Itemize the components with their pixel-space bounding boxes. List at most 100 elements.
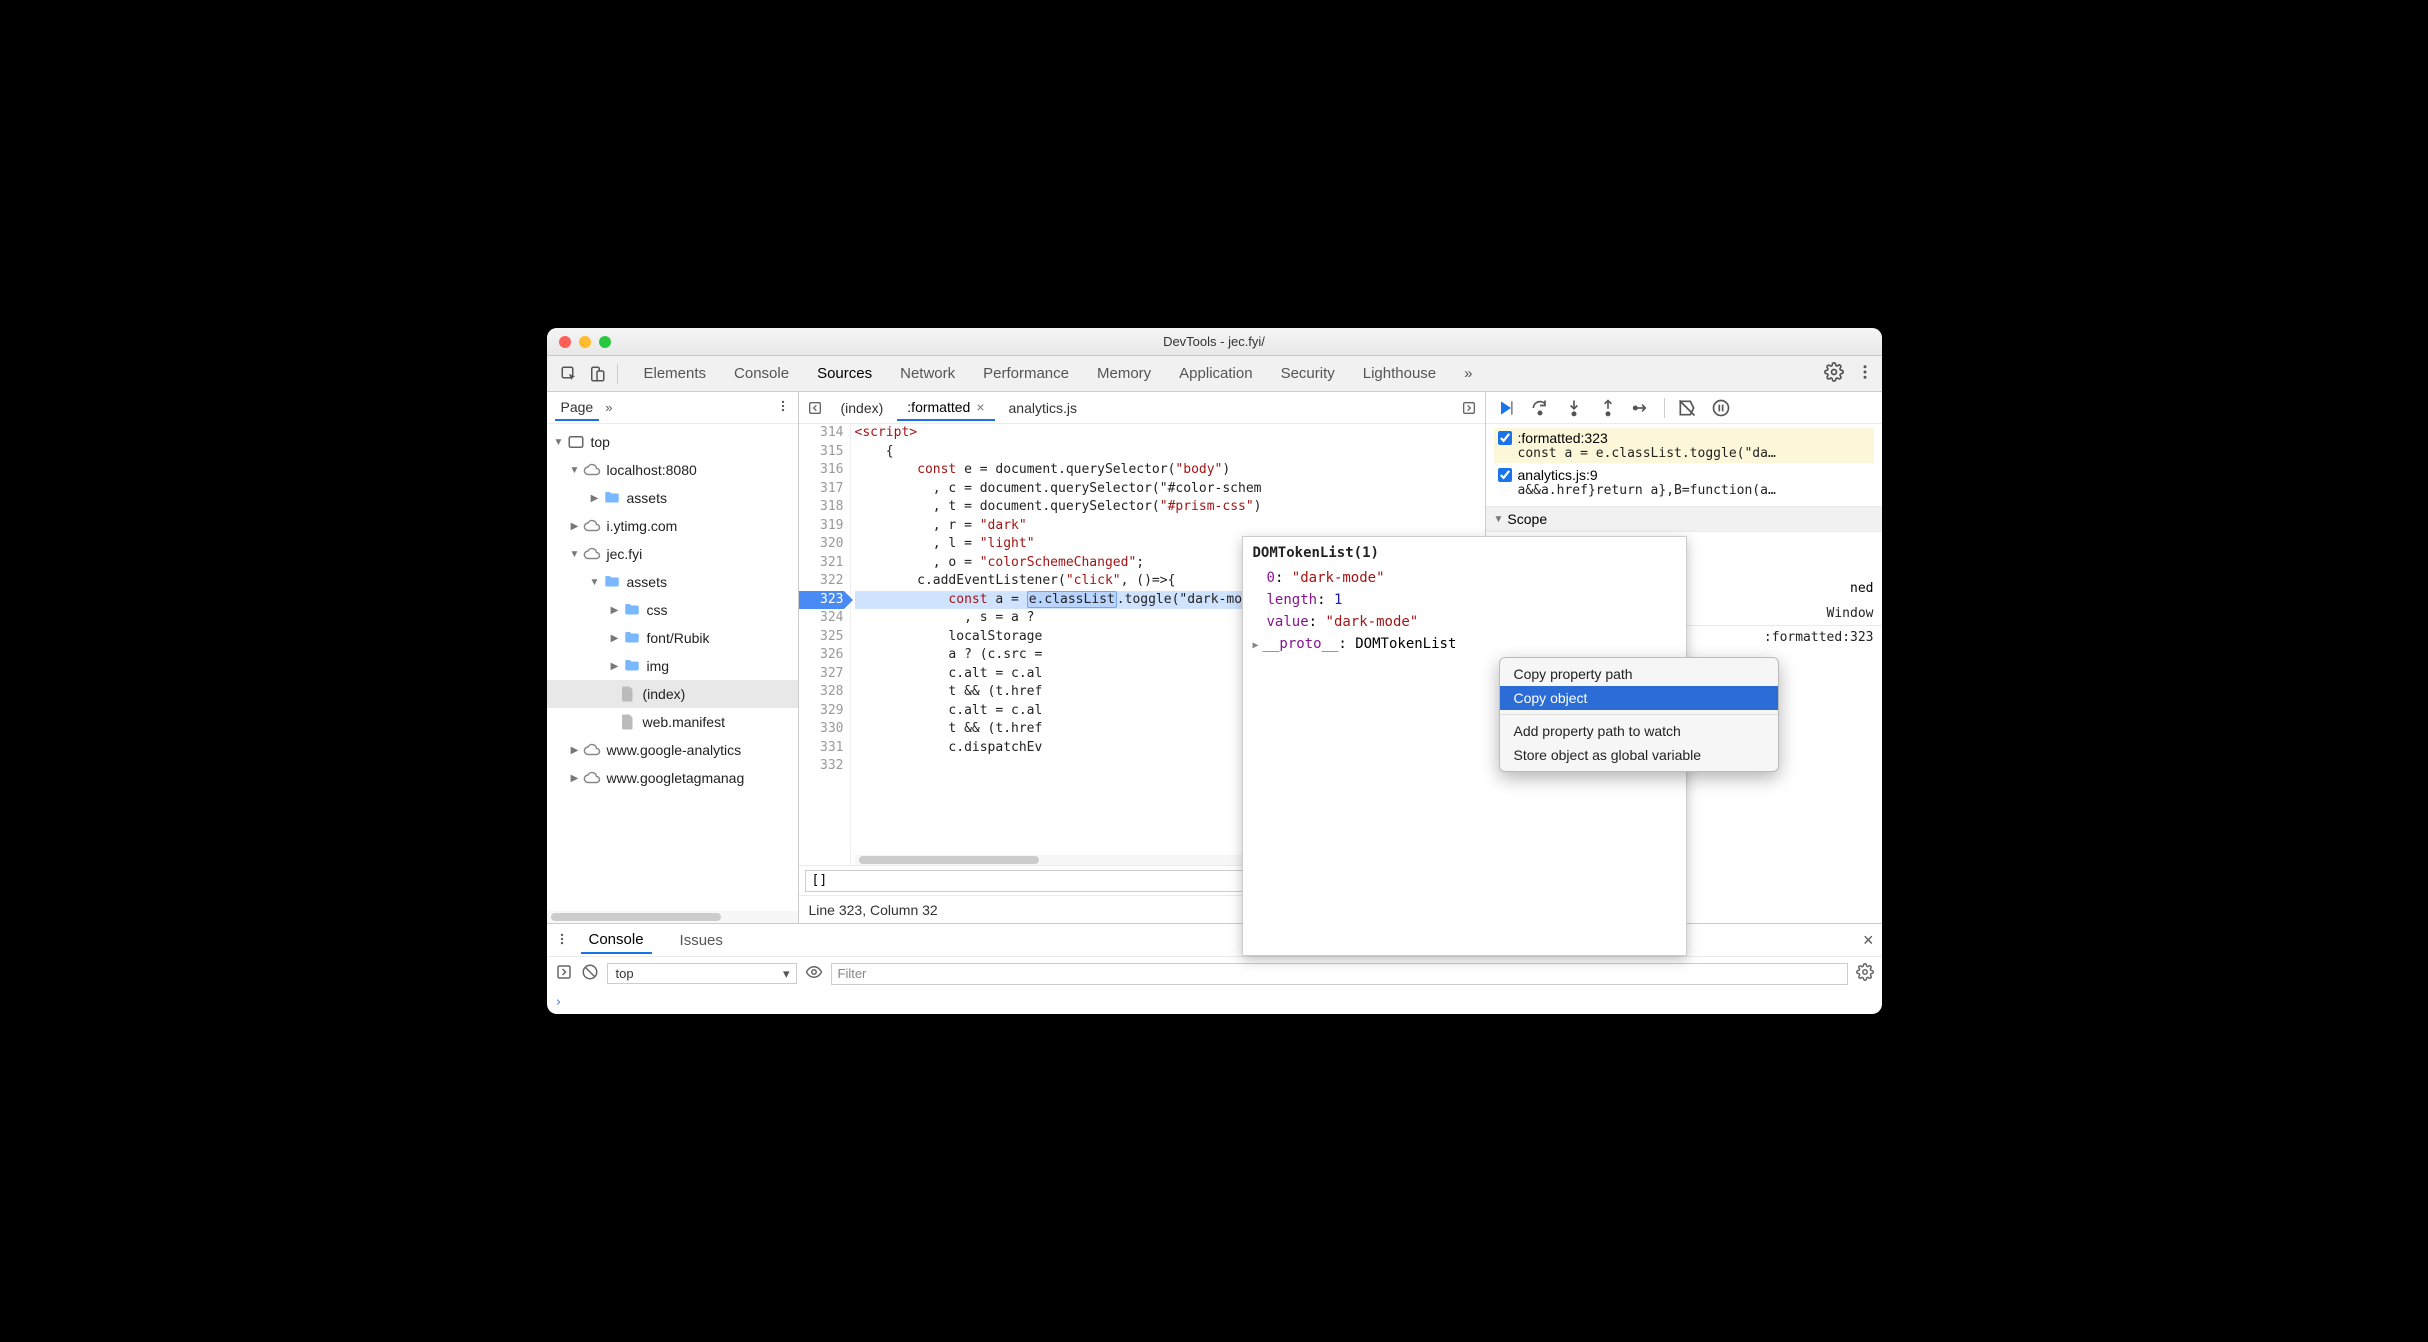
disclosure-icon[interactable]: ▶	[609, 605, 621, 616]
step-icon[interactable]	[1630, 396, 1654, 420]
ctx-copy-object[interactable]: Copy object	[1500, 686, 1778, 710]
tab-application[interactable]: Application	[1179, 365, 1252, 382]
cloud-icon	[583, 545, 601, 563]
disclosure-icon[interactable]: ▶	[589, 493, 601, 504]
minimize-window-button[interactable]	[579, 336, 591, 348]
breakpoint-item[interactable]: analytics.js:9 a&&a.href}return a},B=fun…	[1494, 465, 1874, 500]
live-expression-icon[interactable]	[805, 963, 823, 984]
console-prompt[interactable]: ›	[547, 990, 1882, 1014]
resume-script-icon[interactable]	[1494, 396, 1518, 420]
tree-node-localhost-assets[interactable]: ▶ assets	[547, 484, 798, 512]
find-query-text: []	[812, 873, 828, 888]
tab-console[interactable]: Console	[734, 365, 789, 382]
breakpoint-checkbox[interactable]	[1498, 468, 1512, 482]
tab-sources[interactable]: Sources	[817, 365, 872, 382]
close-window-button[interactable]	[559, 336, 571, 348]
tree-node-ga[interactable]: ▶ www.google-analytics	[547, 736, 798, 764]
navigator-horizontal-scrollbar[interactable]	[547, 911, 798, 923]
tree-label: assets	[627, 490, 667, 506]
tree-node-jecfyi-assets[interactable]: ▼ assets	[547, 568, 798, 596]
devtools-window: DevTools - jec.fyi/ Elements Console Sou…	[547, 328, 1882, 1014]
folder-icon	[623, 657, 641, 675]
more-options-kebab-icon[interactable]	[1856, 363, 1874, 384]
execution-context-select[interactable]: top	[607, 963, 797, 984]
line-number-gutter[interactable]: 3143153163173183193203213223233243253263…	[799, 424, 851, 865]
close-tab-icon[interactable]: ×	[976, 399, 984, 415]
file-nav-next-icon[interactable]	[1457, 396, 1481, 420]
breakpoint-item[interactable]: :formatted:323 const a = e.classList.tog…	[1494, 428, 1874, 463]
window-title: DevTools - jec.fyi/	[547, 334, 1882, 349]
device-toggle-icon[interactable]	[583, 360, 611, 388]
navigator-more-tabs-icon[interactable]: »	[605, 400, 612, 415]
disclosure-icon[interactable]: ▼	[569, 465, 581, 476]
tree-node-top[interactable]: ▼ top	[547, 428, 798, 456]
navigator-options-kebab-icon[interactable]	[776, 399, 790, 416]
more-tabs-button[interactable]: »	[1464, 365, 1472, 382]
disclosure-icon[interactable]: ▶	[569, 521, 581, 532]
disclosure-icon[interactable]: ▼	[569, 549, 581, 560]
step-into-icon[interactable]	[1562, 396, 1586, 420]
tree-node-css[interactable]: ▶ css	[547, 596, 798, 624]
separator	[1664, 398, 1665, 418]
console-filter-input[interactable]: Filter	[831, 963, 1848, 985]
popover-proto-row[interactable]: ▶__proto__: DOMTokenList	[1253, 633, 1676, 657]
tab-memory[interactable]: Memory	[1097, 365, 1151, 382]
tree-node-img[interactable]: ▶ img	[547, 652, 798, 680]
drawer-tab-console[interactable]: Console	[581, 927, 652, 954]
close-drawer-icon[interactable]: ×	[1863, 930, 1874, 951]
ctx-store-global[interactable]: Store object as global variable	[1500, 743, 1778, 767]
ctx-add-to-watch[interactable]: Add property path to watch	[1500, 719, 1778, 743]
pause-on-exceptions-icon[interactable]	[1709, 396, 1733, 420]
disclosure-icon[interactable]: ▼	[553, 437, 565, 448]
tree-node-jecfyi[interactable]: ▼ jec.fyi	[547, 540, 798, 568]
breakpoint-location: :formatted:323	[1518, 430, 1608, 446]
deactivate-breakpoints-icon[interactable]	[1675, 396, 1699, 420]
tree-label: font/Rubik	[647, 630, 710, 646]
disclosure-icon[interactable]: ▶	[609, 633, 621, 644]
disclosure-icon[interactable]: ▶	[569, 773, 581, 784]
console-settings-gear-icon[interactable]	[1856, 963, 1874, 984]
maximize-window-button[interactable]	[599, 336, 611, 348]
breakpoint-checkbox[interactable]	[1498, 431, 1512, 445]
settings-gear-icon[interactable]	[1824, 362, 1844, 385]
tree-node-index[interactable]: (index)	[547, 680, 798, 708]
clear-console-icon[interactable]	[581, 963, 599, 984]
file-tree: ▼ top ▼ localhost:8080 ▶ assets ▶	[547, 424, 798, 911]
tree-label: img	[647, 658, 670, 674]
editor-tab-formatted[interactable]: :formatted×	[897, 395, 994, 421]
file-nav-prev-icon[interactable]	[803, 396, 827, 420]
tab-elements[interactable]: Elements	[644, 365, 707, 382]
separator	[617, 364, 618, 384]
tree-node-ytimg[interactable]: ▶ i.ytimg.com	[547, 512, 798, 540]
disclosure-icon[interactable]: ▶	[569, 745, 581, 756]
tab-performance[interactable]: Performance	[983, 365, 1069, 382]
tree-node-gtm[interactable]: ▶ www.googletagmanag	[547, 764, 798, 792]
scope-header[interactable]: ▼Scope	[1486, 507, 1882, 531]
disclosure-icon[interactable]: ▶	[609, 661, 621, 672]
popover-property-row[interactable]: length: 1	[1253, 589, 1676, 611]
editor-tab-analytics[interactable]: analytics.js	[999, 396, 1087, 420]
drawer-tab-issues[interactable]: Issues	[672, 928, 731, 953]
console-sidebar-toggle-icon[interactable]	[555, 963, 573, 984]
navigator-panel: Page » ▼ top ▼ localhost:8080 ▶	[547, 392, 799, 923]
tab-network[interactable]: Network	[900, 365, 955, 382]
tab-security[interactable]: Security	[1281, 365, 1335, 382]
context-menu-separator	[1500, 714, 1778, 715]
breakpoint-code-preview: a&&a.href}return a},B=function(a…	[1498, 483, 1870, 498]
drawer-options-kebab-icon[interactable]	[555, 932, 569, 949]
popover-property-row[interactable]: value: "dark-mode"	[1253, 611, 1676, 633]
cloud-icon	[583, 741, 601, 759]
navigator-tab-page[interactable]: Page	[555, 395, 600, 421]
editor-tab-index[interactable]: (index)	[831, 396, 894, 420]
ctx-copy-property-path[interactable]: Copy property path	[1500, 662, 1778, 686]
tree-node-localhost[interactable]: ▼ localhost:8080	[547, 456, 798, 484]
tree-node-font[interactable]: ▶ font/Rubik	[547, 624, 798, 652]
popover-property-row[interactable]: 0: "dark-mode"	[1253, 567, 1676, 589]
file-icon	[619, 685, 637, 703]
inspect-element-icon[interactable]	[555, 360, 583, 388]
step-over-icon[interactable]	[1528, 396, 1552, 420]
tab-lighthouse[interactable]: Lighthouse	[1363, 365, 1436, 382]
tree-node-manifest[interactable]: web.manifest	[547, 708, 798, 736]
disclosure-icon[interactable]: ▼	[589, 577, 601, 588]
step-out-icon[interactable]	[1596, 396, 1620, 420]
